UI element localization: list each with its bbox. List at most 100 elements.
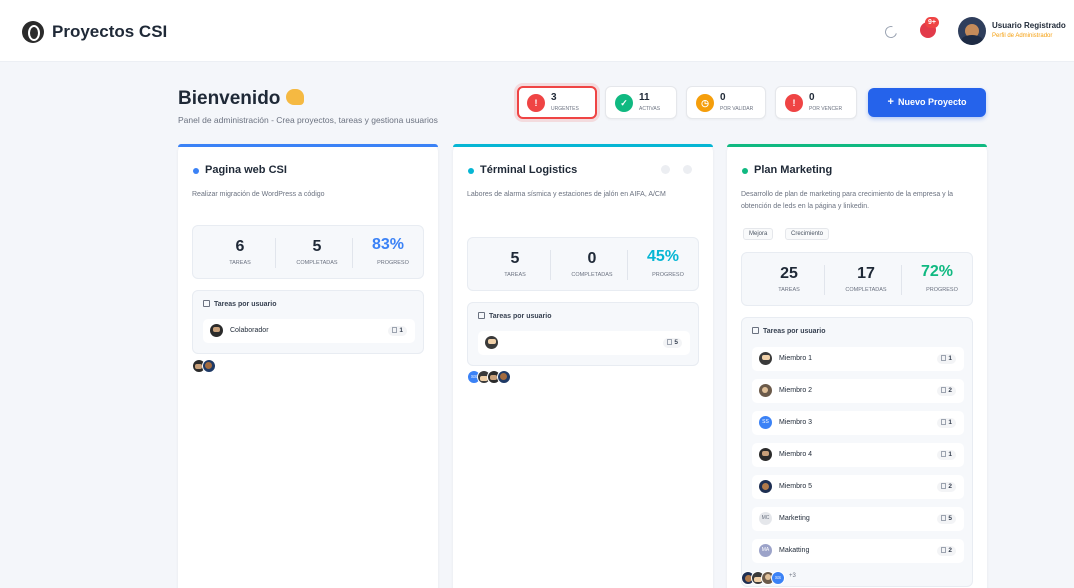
user-name: Makatting bbox=[779, 547, 810, 554]
task-count-badge: 5 bbox=[937, 514, 956, 524]
user-task-row[interactable]: 5 bbox=[478, 331, 690, 355]
edit-icon[interactable] bbox=[661, 165, 670, 174]
task-count-badge: 2 bbox=[937, 386, 956, 396]
page-title: Bienvenido bbox=[178, 88, 305, 110]
tasks-by-user: Tareas por usuario Miembro 1 1 Miembro 2… bbox=[741, 317, 973, 587]
tasks-by-user-label: Tareas por usuario bbox=[763, 328, 826, 335]
task-icon bbox=[941, 547, 947, 553]
task-count: 5 bbox=[948, 515, 952, 522]
project-card-pagina-web[interactable]: Pagina web CSI Realizar migración de Wor… bbox=[178, 144, 438, 588]
user-role: Perfil de Administrador bbox=[992, 33, 1053, 39]
task-icon bbox=[941, 483, 947, 489]
checklist-icon bbox=[203, 300, 210, 307]
user-task-row[interactable]: Miembro 5 2 bbox=[752, 475, 964, 499]
task-icon bbox=[667, 339, 673, 345]
clock-icon: ◷ bbox=[696, 94, 714, 112]
tasks-label: TAREAS bbox=[229, 260, 251, 266]
project-card-terminal-logistics[interactable]: Términal Logistics Labores de alarma sís… bbox=[453, 144, 713, 588]
user-task-row[interactable]: SS Miembro 3 1 bbox=[752, 411, 964, 435]
project-title[interactable]: Plan Marketing bbox=[754, 164, 832, 176]
user-task-row[interactable]: Colaborador 1 bbox=[203, 319, 415, 343]
user-avatar bbox=[759, 352, 772, 365]
completed-label: COMPLETADAS bbox=[571, 272, 613, 278]
user-avatar bbox=[759, 384, 772, 397]
task-icon bbox=[941, 451, 947, 457]
task-count-badge: 2 bbox=[937, 482, 956, 492]
task-count-badge: 5 bbox=[663, 338, 682, 348]
task-icon bbox=[941, 419, 947, 425]
tasks-by-user-title: Tareas por usuario bbox=[203, 300, 277, 308]
status-dot bbox=[742, 168, 748, 174]
tasks-by-user-label: Tareas por usuario bbox=[214, 301, 277, 308]
user-name: Miembro 5 bbox=[779, 483, 813, 490]
tasks-label: TAREAS bbox=[504, 272, 526, 278]
task-count: 2 bbox=[948, 483, 952, 490]
project-card-plan-marketing[interactable]: Plan Marketing Desarrollo de plan de mar… bbox=[727, 144, 987, 588]
project-stats: 25 TAREAS 17 COMPLETADAS 72% PROGRESO bbox=[741, 252, 973, 306]
status-dot bbox=[193, 168, 199, 174]
tasks-by-user: Tareas por usuario Colaborador 1 bbox=[192, 290, 424, 354]
stat-label: ACTIVAS bbox=[639, 106, 661, 112]
user-task-row[interactable]: Miembro 2 2 bbox=[752, 379, 964, 403]
user-avatar[interactable] bbox=[958, 17, 986, 45]
task-count-badge: 1 bbox=[937, 354, 956, 364]
checklist-icon bbox=[752, 327, 759, 334]
stat-label: POR VALIDAR bbox=[720, 106, 754, 112]
stat-label: POR VENCER bbox=[809, 106, 843, 112]
stat-value: 0 bbox=[809, 92, 815, 103]
task-count: 2 bbox=[948, 547, 952, 554]
plus-icon: + bbox=[887, 96, 894, 108]
tasks-count: 25 bbox=[780, 265, 798, 282]
alert-triangle-icon: ! bbox=[785, 94, 803, 112]
completed-label: COMPLETADAS bbox=[296, 260, 338, 266]
page-subtitle: Panel de administración - Crea proyectos… bbox=[178, 115, 438, 125]
progress-label: PROGRESO bbox=[377, 260, 409, 266]
progress-label: PROGRESO bbox=[652, 272, 684, 278]
user-task-row[interactable]: MC Marketing 5 bbox=[752, 507, 964, 531]
tasks-by-user-label: Tareas por usuario bbox=[489, 313, 552, 320]
project-title[interactable]: Términal Logistics bbox=[480, 164, 577, 176]
task-count: 1 bbox=[399, 327, 403, 334]
stat-por-vencer[interactable]: ! 0 POR VENCER bbox=[775, 86, 857, 119]
task-count-badge: 1 bbox=[937, 418, 956, 428]
new-project-button[interactable]: + Nuevo Proyecto bbox=[868, 88, 986, 117]
tasks-by-user-title: Tareas por usuario bbox=[478, 312, 552, 320]
progress-value: 45% bbox=[646, 248, 680, 265]
task-icon bbox=[941, 387, 947, 393]
project-title[interactable]: Pagina web CSI bbox=[205, 164, 287, 176]
notification-badge: 9+ bbox=[925, 17, 939, 28]
user-avatar bbox=[485, 336, 498, 349]
stat-urgentes[interactable]: ! 3 URGENTES bbox=[517, 86, 597, 119]
stat-label: URGENTES bbox=[551, 106, 579, 112]
card-accent-bar bbox=[727, 144, 987, 147]
app-logo-icon[interactable] bbox=[22, 21, 44, 43]
user-task-row[interactable]: MA Makatting 2 bbox=[752, 539, 964, 563]
task-count: 1 bbox=[948, 419, 952, 426]
status-dot bbox=[468, 168, 474, 174]
stat-por-validar[interactable]: ◷ 0 POR VALIDAR bbox=[686, 86, 766, 119]
stat-activas[interactable]: ✓ 11 ACTIVAS bbox=[605, 86, 677, 119]
alert-triangle-icon: ! bbox=[527, 94, 545, 112]
welcome-text: Bienvenido bbox=[178, 88, 281, 109]
dark-mode-toggle-icon[interactable] bbox=[882, 23, 900, 41]
check-circle-icon: ✓ bbox=[615, 94, 633, 112]
task-count: 1 bbox=[948, 451, 952, 458]
user-name[interactable]: Usuario Registrado bbox=[992, 21, 1066, 30]
checklist-icon bbox=[478, 312, 485, 319]
member-avatar: SS bbox=[771, 571, 785, 585]
user-avatar bbox=[210, 324, 223, 337]
task-icon bbox=[392, 327, 398, 333]
user-task-row[interactable]: Miembro 4 1 bbox=[752, 443, 964, 467]
app-title[interactable]: Proyectos CSI bbox=[52, 22, 167, 42]
user-task-row[interactable]: Miembro 1 1 bbox=[752, 347, 964, 371]
progress-value: 83% bbox=[371, 236, 405, 253]
completed-label: COMPLETADAS bbox=[845, 287, 887, 293]
task-count-badge: 1 bbox=[388, 326, 407, 336]
delete-icon[interactable] bbox=[683, 165, 692, 174]
stat-value: 3 bbox=[551, 92, 557, 103]
user-avatar: SS bbox=[759, 416, 772, 429]
user-avatar bbox=[759, 480, 772, 493]
member-avatar bbox=[202, 359, 216, 373]
more-members-count: +3 bbox=[789, 573, 796, 579]
tag: Crecimiento bbox=[785, 228, 830, 240]
